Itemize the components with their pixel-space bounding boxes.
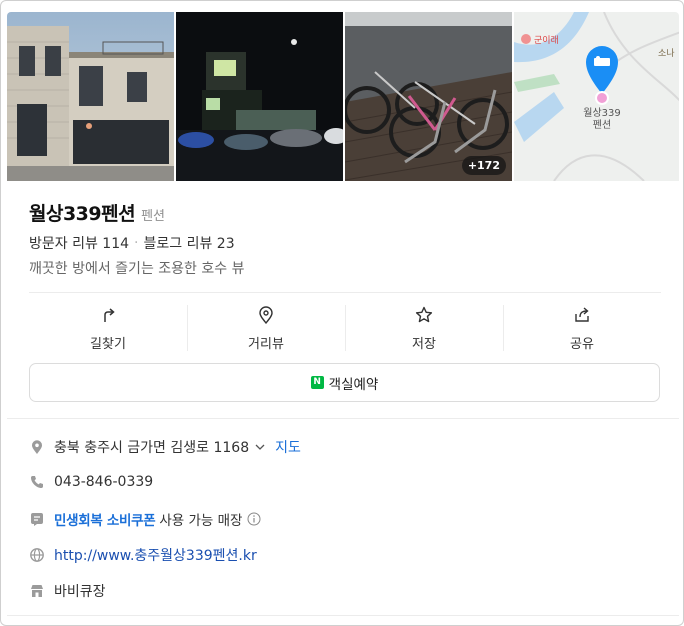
- facility-text: 바비큐장: [54, 584, 106, 600]
- save-label: 저장: [412, 337, 436, 352]
- place-name[interactable]: 월상339펜션: [29, 199, 136, 226]
- address-row: 충북 충주시 금가면 김생로 1168 지도: [29, 437, 301, 457]
- room-booking-button[interactable]: N 객실예약: [29, 363, 660, 402]
- street-view-label: 거리뷰: [248, 337, 284, 352]
- map-place-label: 월상339: [583, 107, 621, 119]
- visitor-reviews-link[interactable]: 방문자 리뷰 114: [29, 233, 129, 253]
- map-link[interactable]: 지도: [275, 437, 301, 457]
- photo-strip: +172 월상339 펜션 군이래 소나: [7, 12, 679, 181]
- location-pin-icon: [32, 440, 42, 454]
- coupon-icon: [31, 513, 43, 526]
- phone-icon: [31, 476, 43, 488]
- map-place-label-2: 펜션: [593, 119, 611, 131]
- divider: [29, 292, 661, 293]
- place-category: 펜션: [141, 209, 166, 224]
- coupon-name[interactable]: 민생회복 소비쿠폰: [54, 509, 156, 529]
- chevron-down-icon[interactable]: [254, 441, 266, 453]
- title-row: 월상339펜션 펜션: [29, 199, 165, 226]
- coupon-description: 사용 가능 매장: [159, 513, 243, 529]
- section-divider: [7, 418, 679, 419]
- homepage-link[interactable]: http://www.충주월상339펜션.kr: [54, 545, 257, 565]
- coupon-row: 민생회복 소비쿠폰 사용 가능 매장: [29, 509, 261, 529]
- separator-dot: ·: [134, 235, 139, 251]
- directions-label: 길찾기: [90, 337, 126, 352]
- map-thumbnail[interactable]: 월상339 펜션 군이래 소나: [514, 12, 679, 181]
- share-icon: [575, 307, 589, 322]
- naver-booking-icon: N: [310, 376, 324, 389]
- phone-number[interactable]: 043-846-0339: [54, 474, 153, 490]
- photo-building[interactable]: [7, 12, 174, 181]
- review-stats: 방문자 리뷰 114 · 블로그 리뷰 23: [29, 233, 235, 253]
- address-text: 충북 충주시 금가면 김생로 1168: [54, 440, 250, 456]
- more-photos-badge[interactable]: +172: [461, 156, 506, 175]
- map-left-label: 군이래: [534, 35, 559, 46]
- place-card: +172 월상339 펜션 군이래 소나 월상339펜션 펜션 방문자 리뷰 1…: [0, 0, 684, 626]
- store-icon: [31, 585, 43, 597]
- street-view-button[interactable]: 거리뷰: [187, 303, 345, 353]
- street-view-icon: [259, 306, 273, 325]
- place-description: 깨끗한 방에서 즐기는 조용한 호수 뷰: [29, 261, 245, 277]
- info-icon[interactable]: [247, 512, 261, 526]
- save-button[interactable]: 저장: [345, 303, 503, 353]
- booking-label: 객실예약: [328, 376, 379, 393]
- share-label: 공유: [570, 337, 594, 352]
- bottom-divider: [7, 615, 679, 616]
- star-icon: [415, 306, 433, 323]
- globe-icon: [30, 548, 44, 562]
- photo-bikes[interactable]: +172: [345, 12, 512, 181]
- phone-row: 043-846-0339: [29, 474, 153, 490]
- facility-row: 바비큐장: [29, 581, 106, 601]
- action-bar: 길찾기 거리뷰 저장 공유: [29, 303, 661, 353]
- homepage-row: http://www.충주월상339펜션.kr: [29, 545, 257, 565]
- map-right-label: 소나: [658, 48, 675, 59]
- photo-night[interactable]: [176, 12, 343, 181]
- share-button[interactable]: 공유: [503, 303, 661, 353]
- directions-icon: [104, 308, 115, 322]
- blog-reviews-link[interactable]: 블로그 리뷰 23: [143, 233, 234, 253]
- directions-button[interactable]: 길찾기: [29, 303, 187, 353]
